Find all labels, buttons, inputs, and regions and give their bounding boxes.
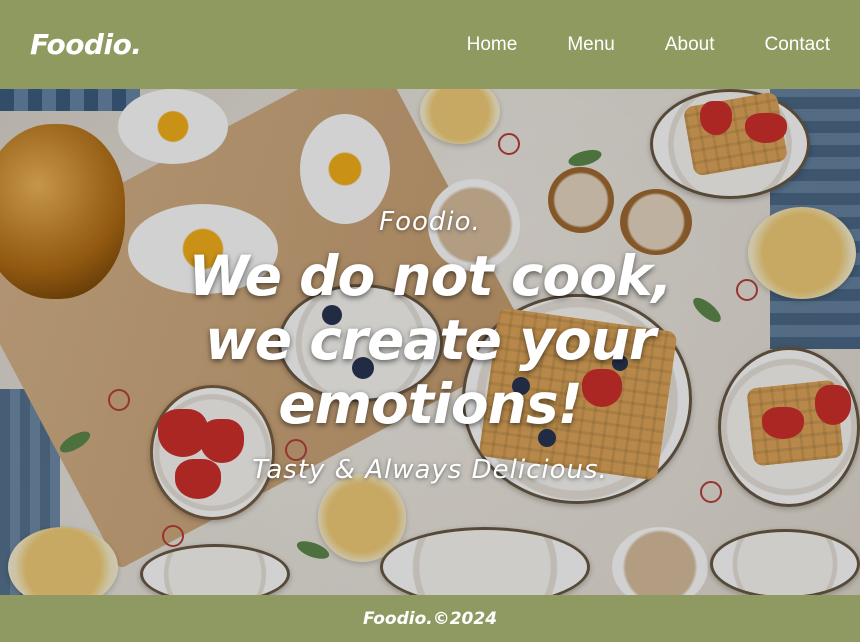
nav-link-menu[interactable]: Menu [567, 34, 615, 56]
hero-tagline: Tasty & Always Delicious. [252, 455, 608, 485]
nav-link-contact[interactable]: Contact [765, 34, 830, 56]
site-footer: Foodio.©2024 [0, 595, 860, 642]
nav-link-about[interactable]: About [665, 34, 715, 56]
hero-section: Foodio. We do not cook, we create your e… [0, 89, 860, 595]
hero-content: Foodio. We do not cook, we create your e… [0, 89, 860, 595]
hero-title: We do not cook, we create your emotions! [0, 244, 860, 436]
nav-link-home[interactable]: Home [467, 34, 518, 56]
site-header: Foodio. Home Menu About Contact [0, 0, 860, 89]
main-nav: Home Menu About Contact [417, 34, 830, 56]
hero-brand: Foodio. [379, 207, 481, 237]
hero-title-line: emotions! [278, 372, 582, 436]
footer-copyright: Foodio.©2024 [362, 608, 498, 629]
hero-title-line: We do not cook, [188, 244, 673, 308]
logo[interactable]: Foodio. [30, 28, 142, 61]
hero-title-line: we create your [204, 308, 656, 372]
